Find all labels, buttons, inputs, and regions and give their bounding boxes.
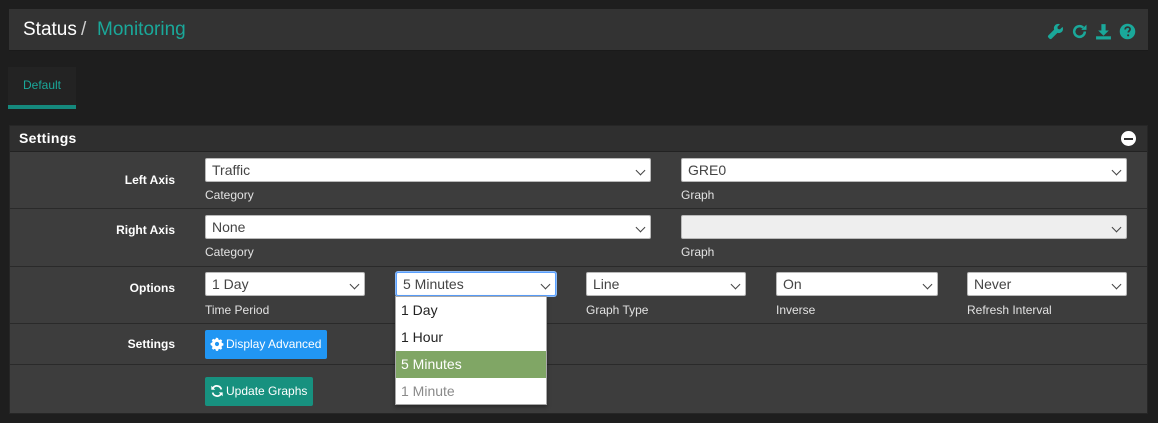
settings-panel: Settings Left Axis Traffic Category GRE0… [9, 125, 1148, 414]
update-row: Update Graphs [10, 365, 1147, 414]
left-axis-category-select[interactable]: Traffic [205, 158, 651, 182]
display-advanced-button[interactable]: Display Advanced [205, 330, 328, 359]
resolution-value: 5 Minutes [403, 276, 464, 292]
chevron-down-icon [730, 279, 741, 290]
right-axis-graph-select[interactable] [681, 215, 1127, 239]
collapse-icon[interactable] [1121, 131, 1136, 146]
update-graphs-label: Update Graphs [226, 384, 308, 398]
left-axis-category-help: Category [205, 188, 254, 202]
settings-row: Settings Display Advanced [10, 324, 1147, 365]
left-axis-graph-value: GRE0 [688, 162, 727, 178]
chevron-down-icon [1111, 165, 1122, 176]
resolution-option-1-minute[interactable]: 1 Minute [396, 378, 546, 405]
refresh-interval-value: Never [974, 276, 1012, 292]
resolution-option-5-minutes[interactable]: 5 Minutes [396, 351, 546, 378]
display-advanced-label: Display Advanced [226, 337, 322, 351]
right-axis-category-value: None [212, 219, 246, 235]
breadcrumb-status[interactable]: Status [23, 19, 77, 41]
left-axis-graph-help: Graph [681, 188, 715, 202]
panel-header: Settings [10, 126, 1147, 152]
inverse-value: On [783, 276, 802, 292]
refresh-interval-help: Refresh Interval [967, 303, 1052, 317]
refresh-interval-select[interactable]: Never [967, 272, 1127, 296]
chevron-down-icon [1111, 279, 1122, 290]
graph-type-help: Graph Type [586, 303, 649, 317]
wrench-icon[interactable] [1047, 23, 1064, 40]
breadcrumb-separator: / [81, 19, 87, 40]
left-axis-graph-select[interactable]: GRE0 [681, 158, 1127, 182]
inverse-select[interactable]: On [776, 272, 938, 296]
resolution-option-1-day[interactable]: 1 Day [396, 297, 546, 324]
graph-type-select[interactable]: Line [586, 272, 746, 296]
download-icon[interactable] [1095, 23, 1112, 40]
inverse-help: Inverse [776, 303, 816, 317]
tab-default[interactable]: Default [8, 67, 76, 109]
time-period-help: Time Period [205, 303, 270, 317]
help-icon[interactable] [1119, 23, 1136, 40]
left-axis-category-value: Traffic [212, 162, 251, 178]
graph-type-value: Line [593, 276, 620, 292]
panel-title: Settings [19, 130, 77, 146]
page-header: Status / Monitoring [9, 9, 1148, 51]
left-axis-label: Left Axis [124, 173, 175, 187]
time-period-value: 1 Day [212, 276, 249, 292]
refresh-icon [210, 384, 224, 398]
time-period-select[interactable]: 1 Day [205, 272, 365, 296]
gear-icon [210, 337, 224, 351]
resolution-dropdown: 1 Day 1 Hour 5 Minutes 1 Minute [395, 296, 547, 405]
breadcrumb-monitoring[interactable]: Monitoring [97, 19, 186, 41]
resolution-option-1-hour[interactable]: 1 Hour [396, 324, 546, 351]
options-label: Options [129, 281, 175, 295]
refresh-icon[interactable] [1071, 23, 1088, 40]
header-icon-bar [1047, 23, 1136, 40]
resolution-select[interactable]: 5 Minutes [396, 272, 556, 296]
update-graphs-button[interactable]: Update Graphs [205, 377, 314, 406]
right-axis-category-select[interactable]: None [205, 215, 651, 239]
chevron-down-icon [635, 165, 646, 176]
right-axis-category-help: Category [205, 245, 254, 259]
right-axis-label: Right Axis [116, 223, 175, 237]
chevron-down-icon [349, 279, 360, 290]
right-axis-row: Right Axis None Category Graph [10, 209, 1147, 267]
chevron-down-icon [1111, 222, 1122, 233]
chevron-down-icon [922, 279, 933, 290]
chevron-down-icon [635, 222, 646, 233]
left-axis-row: Left Axis Traffic Category GRE0 Graph [10, 152, 1147, 209]
right-axis-graph-help: Graph [681, 245, 715, 259]
options-row: Options 1 Day Time Period 5 Minutes Line… [10, 267, 1147, 324]
settings-row-label: Settings [127, 337, 175, 351]
chevron-down-icon [540, 279, 551, 290]
